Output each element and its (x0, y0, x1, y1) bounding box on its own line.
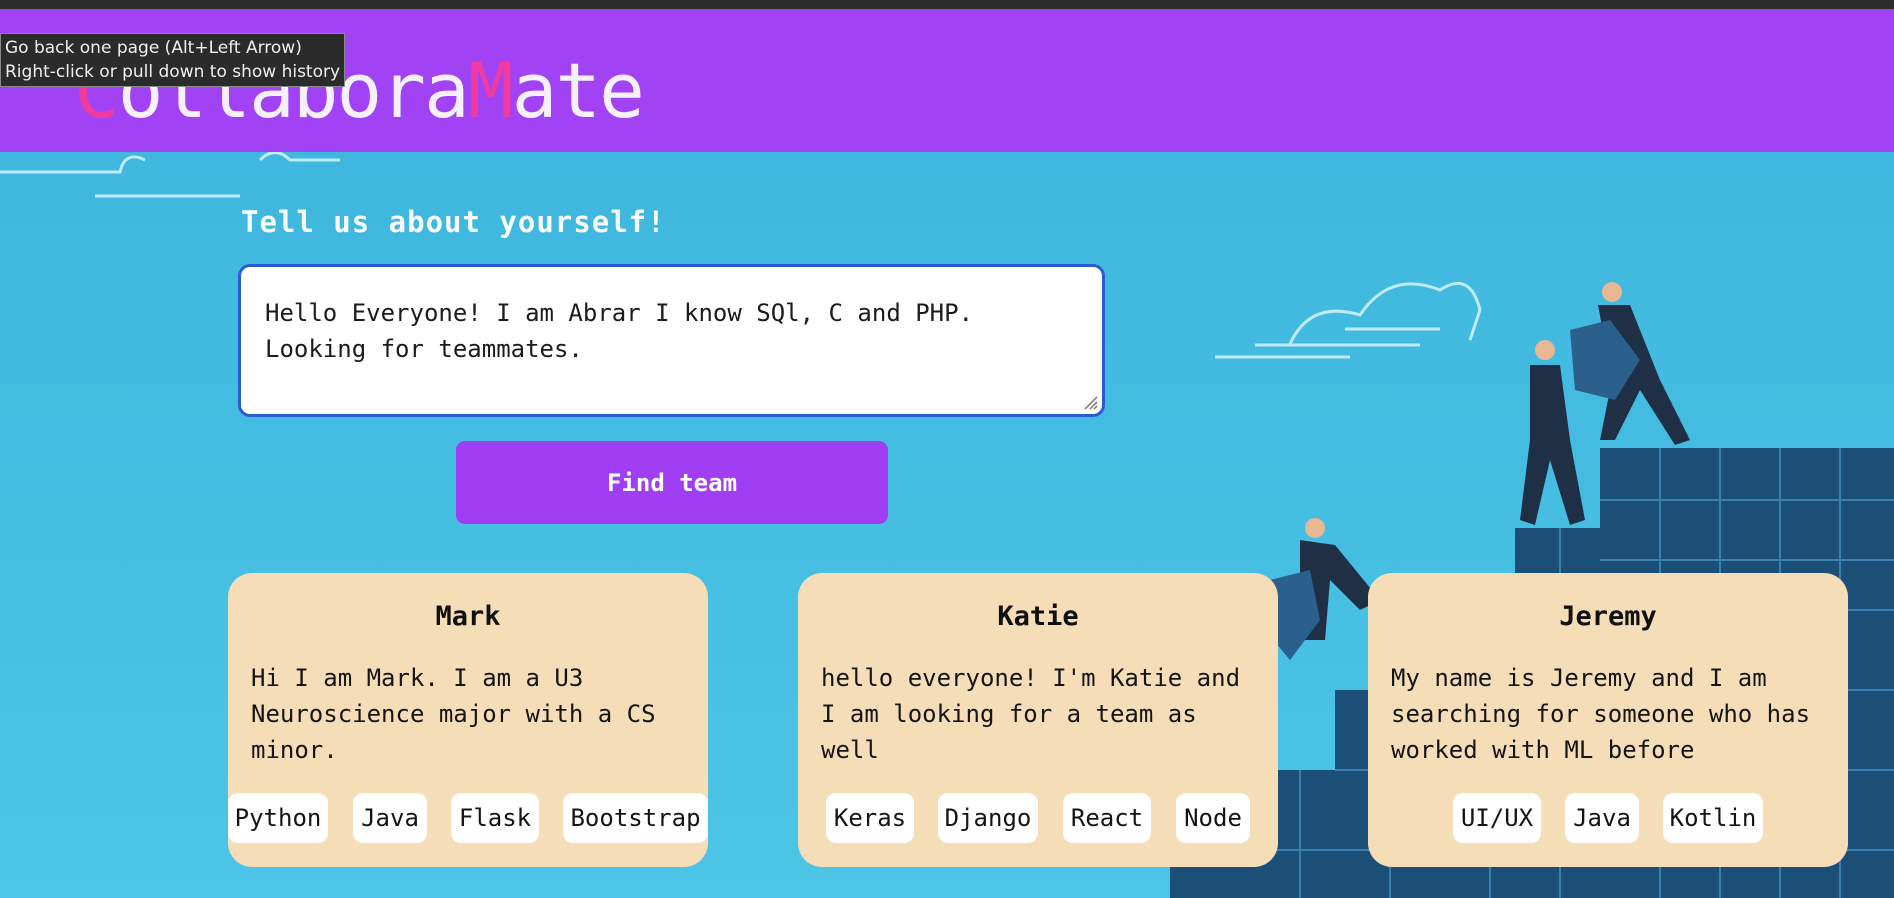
tooltip-line-1: Go back one page (Alt+Left Arrow) (5, 38, 302, 58)
logo-text-ate: ate (511, 46, 645, 135)
card-name: Jeremy (1559, 601, 1657, 632)
tag-bootstrap[interactable]: Bootstrap (563, 793, 708, 843)
card-tags: UI/UX Java Kotlin (1368, 793, 1848, 845)
tag-react[interactable]: React (1063, 793, 1151, 843)
bio-textarea[interactable]: Hello Everyone! I am Abrar I know SQl, C… (238, 264, 1105, 417)
team-card-mark[interactable]: Mark Hi I am Mark. I am a U3 Neuroscienc… (228, 573, 708, 867)
tag-flask[interactable]: Flask (451, 793, 539, 843)
card-description: Hi I am Mark. I am a U3 Neuroscience maj… (251, 664, 656, 764)
tag-django[interactable]: Django (938, 793, 1038, 843)
tag-kotlin[interactable]: Kotlin (1663, 793, 1763, 843)
tag-node[interactable]: Node (1176, 793, 1250, 843)
card-description: hello everyone! I'm Katie and I am looki… (821, 664, 1241, 764)
card-description: My name is Jeremy and I am searching for… (1391, 664, 1811, 764)
card-name: Mark (435, 601, 501, 632)
bio-heading: Tell us about yourself! (241, 205, 666, 239)
bio-text[interactable]: Hello Everyone! I am Abrar I know SQl, C… (265, 295, 1075, 367)
team-card-katie[interactable]: Katie hello everyone! I'm Katie and I am… (798, 573, 1278, 867)
find-team-button[interactable]: Find team (456, 441, 888, 524)
logo-letter-m: M (467, 46, 514, 135)
back-button-tooltip: Go back one page (Alt+Left Arrow) Right-… (0, 33, 346, 87)
card-tags: Python Java Flask Bootstrap (228, 793, 708, 845)
browser-top-strip (0, 0, 1894, 9)
card-name: Katie (997, 601, 1079, 632)
tag-python[interactable]: Python (228, 793, 328, 843)
team-card-jeremy[interactable]: Jeremy My name is Jeremy and I am search… (1368, 573, 1848, 867)
card-tags: Keras Django React Node (798, 793, 1278, 845)
tooltip-line-2: Right-click or pull down to show history (5, 62, 341, 82)
tag-java[interactable]: Java (353, 793, 427, 843)
tag-ui-ux[interactable]: UI/UX (1453, 793, 1541, 843)
tag-keras[interactable]: Keras (826, 793, 914, 843)
tag-java[interactable]: Java (1565, 793, 1639, 843)
resize-handle-icon[interactable] (1078, 390, 1098, 410)
